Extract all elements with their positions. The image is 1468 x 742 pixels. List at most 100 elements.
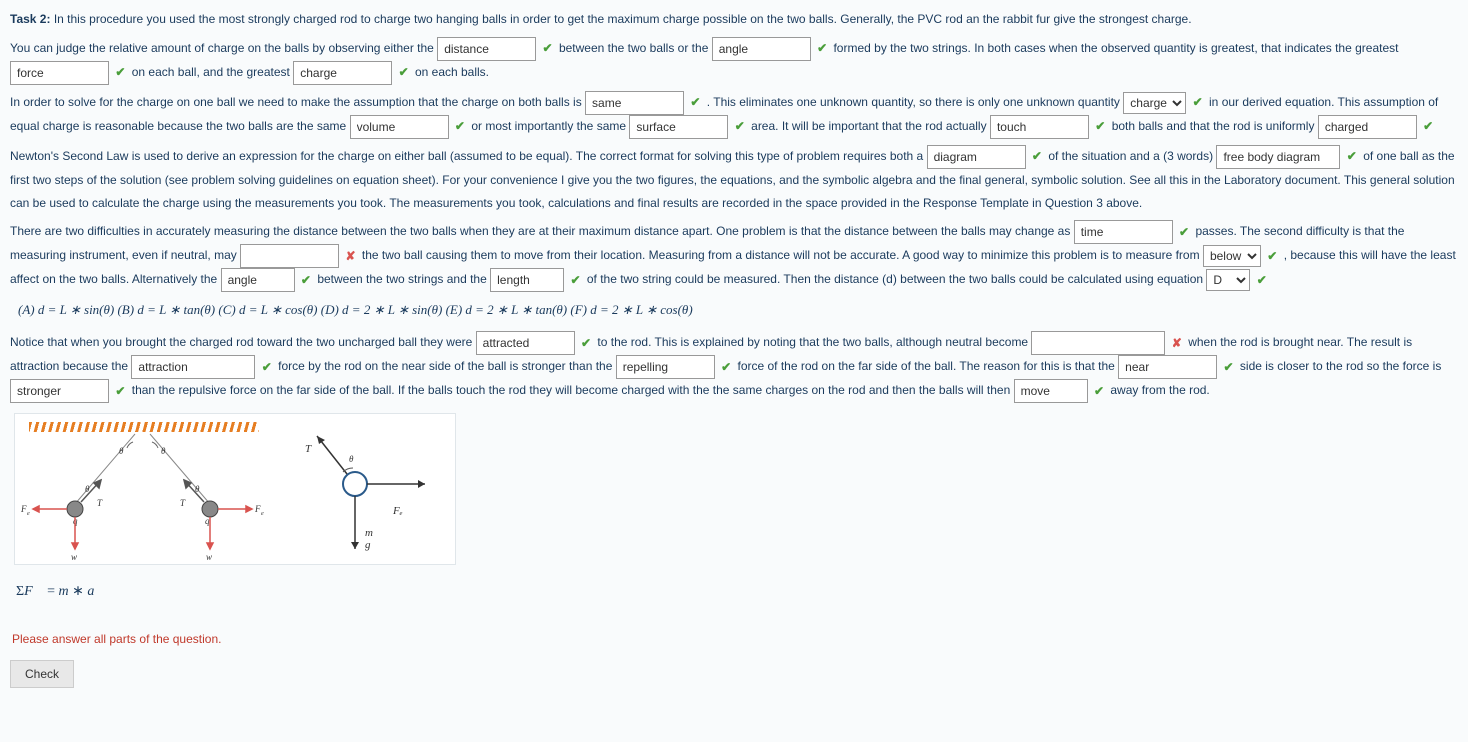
check-icon: ✔ bbox=[817, 41, 827, 55]
select-below[interactable]: below bbox=[1203, 245, 1261, 267]
task-intro: Task 2: In this procedure you used the m… bbox=[10, 8, 1458, 31]
text: to the rod. This is explained by noting … bbox=[597, 335, 1028, 349]
input-diagram[interactable] bbox=[927, 145, 1026, 169]
text: between the two strings and the bbox=[317, 273, 486, 287]
input-distance[interactable] bbox=[437, 37, 536, 61]
check-icon: ✔ bbox=[1267, 249, 1277, 263]
text: than the repulsive force on the far side… bbox=[132, 383, 1011, 397]
check-icon: ✔ bbox=[1224, 360, 1234, 374]
check-icon: ✔ bbox=[721, 360, 731, 374]
text: In order to solve for the charge on one … bbox=[10, 95, 582, 109]
input-same[interactable] bbox=[585, 91, 684, 115]
check-icon: ✔ bbox=[115, 65, 125, 79]
equation-options: (A) d = L ∗ sin(θ) (B) d = L ∗ tan(θ) (C… bbox=[18, 298, 1458, 323]
svg-text:Fₑ: Fₑ bbox=[392, 505, 403, 517]
text: the two ball causing them to move from t… bbox=[362, 249, 1200, 263]
input-attracted[interactable] bbox=[476, 331, 575, 355]
input-angle2[interactable] bbox=[221, 268, 295, 292]
text: formed by the two strings. In both cases… bbox=[833, 41, 1398, 55]
check-icon: ✔ bbox=[399, 65, 409, 79]
svg-text:e: e bbox=[27, 511, 30, 517]
task-content: Task 2: In this procedure you used the m… bbox=[10, 8, 1458, 688]
input-fbd[interactable] bbox=[1216, 145, 1340, 169]
check-icon: ✔ bbox=[543, 41, 553, 55]
check-icon: ✔ bbox=[1095, 119, 1105, 133]
figure-hanging-balls: θ θ θ θ T T q q Fe Fe bbox=[15, 414, 275, 564]
physics-figures: θ θ θ θ T T q q Fe Fe bbox=[14, 413, 456, 565]
check-icon: ✔ bbox=[301, 273, 311, 287]
input-force[interactable] bbox=[10, 61, 109, 85]
input-stronger[interactable] bbox=[10, 379, 109, 403]
error-message: Please answer all parts of the question. bbox=[12, 628, 1458, 651]
text: There are two difficulties in accurately… bbox=[10, 225, 1070, 239]
check-icon: ✔ bbox=[262, 360, 272, 374]
svg-text:g: g bbox=[365, 539, 371, 551]
figure-free-body: T θ Fₑ m g bbox=[275, 414, 455, 564]
paragraph-5: Notice that when you brought the charged… bbox=[10, 331, 1458, 403]
text: Notice that when you brought the charged… bbox=[10, 335, 472, 349]
check-icon: ✔ bbox=[1193, 95, 1203, 109]
cross-icon: ✘ bbox=[1172, 336, 1182, 350]
input-touch[interactable] bbox=[990, 115, 1089, 139]
check-icon: ✔ bbox=[115, 384, 125, 398]
svg-text:θ: θ bbox=[161, 446, 166, 456]
ceiling-hatching bbox=[29, 422, 259, 432]
svg-text:T: T bbox=[97, 498, 103, 508]
input-charge[interactable] bbox=[293, 61, 392, 85]
text: force by the rod on the near side of the… bbox=[278, 359, 612, 373]
check-icon: ✔ bbox=[690, 95, 700, 109]
input-charged[interactable] bbox=[1318, 115, 1417, 139]
input-length[interactable] bbox=[490, 268, 564, 292]
check-icon: ✔ bbox=[735, 119, 745, 133]
select-charge[interactable]: charge bbox=[1123, 92, 1186, 114]
select-equation[interactable]: D bbox=[1206, 269, 1250, 291]
check-icon: ✔ bbox=[1094, 384, 1104, 398]
svg-text:F: F bbox=[20, 504, 27, 514]
fbd-svg: T θ Fₑ m g bbox=[275, 414, 455, 564]
text: You can judge the relative amount of cha… bbox=[10, 41, 434, 55]
text: Newton's Second Law is used to derive an… bbox=[10, 149, 923, 163]
svg-text:w: w bbox=[71, 552, 77, 562]
newton-equation: ΣF⃗ = m ∗ a⃗ bbox=[16, 579, 1458, 606]
input-blank-1[interactable] bbox=[240, 244, 339, 268]
svg-text:θ: θ bbox=[119, 446, 124, 456]
text: of the situation and a (3 words) bbox=[1048, 149, 1213, 163]
check-icon: ✔ bbox=[1179, 225, 1189, 239]
input-blank-2[interactable] bbox=[1031, 331, 1165, 355]
input-angle[interactable] bbox=[712, 37, 811, 61]
check-icon: ✔ bbox=[1257, 273, 1267, 287]
check-icon: ✔ bbox=[581, 336, 591, 350]
svg-text:T: T bbox=[305, 443, 312, 455]
check-icon: ✔ bbox=[455, 119, 465, 133]
text: area. It will be important that the rod … bbox=[751, 119, 986, 133]
text: force of the rod on the far side of the … bbox=[737, 359, 1114, 373]
text: or most importantly the same bbox=[471, 119, 626, 133]
text: on each ball, and the greatest bbox=[132, 65, 290, 79]
text: between the two balls or the bbox=[559, 41, 708, 55]
svg-text:w: w bbox=[206, 552, 212, 562]
text: on each balls. bbox=[415, 65, 489, 79]
paragraph-1: You can judge the relative amount of cha… bbox=[10, 37, 1458, 85]
input-repelling[interactable] bbox=[616, 355, 715, 379]
input-surface[interactable] bbox=[629, 115, 728, 139]
svg-text:m: m bbox=[365, 527, 373, 539]
check-button[interactable]: Check bbox=[10, 660, 74, 688]
input-move[interactable] bbox=[1014, 379, 1088, 403]
paragraph-4: There are two difficulties in accurately… bbox=[10, 220, 1458, 292]
svg-text:θ: θ bbox=[349, 454, 354, 464]
input-time[interactable] bbox=[1074, 220, 1173, 244]
check-icon: ✔ bbox=[1423, 119, 1433, 133]
paragraph-3: Newton's Second Law is used to derive an… bbox=[10, 145, 1458, 215]
text: both balls and that the rod is uniformly bbox=[1112, 119, 1315, 133]
text: side is closer to the rod so the force i… bbox=[1240, 359, 1441, 373]
input-volume[interactable] bbox=[350, 115, 449, 139]
input-near[interactable] bbox=[1118, 355, 1217, 379]
cross-icon: ✘ bbox=[345, 249, 355, 263]
svg-text:T: T bbox=[180, 498, 186, 508]
text: of the two string could be measured. The… bbox=[587, 273, 1203, 287]
task-label: Task 2: bbox=[10, 12, 50, 26]
intro-text: In this procedure you used the most stro… bbox=[54, 12, 1192, 26]
diagram-svg: θ θ θ θ T T q q Fe Fe bbox=[15, 414, 275, 564]
input-attraction[interactable] bbox=[131, 355, 255, 379]
text: away from the rod. bbox=[1110, 383, 1209, 397]
